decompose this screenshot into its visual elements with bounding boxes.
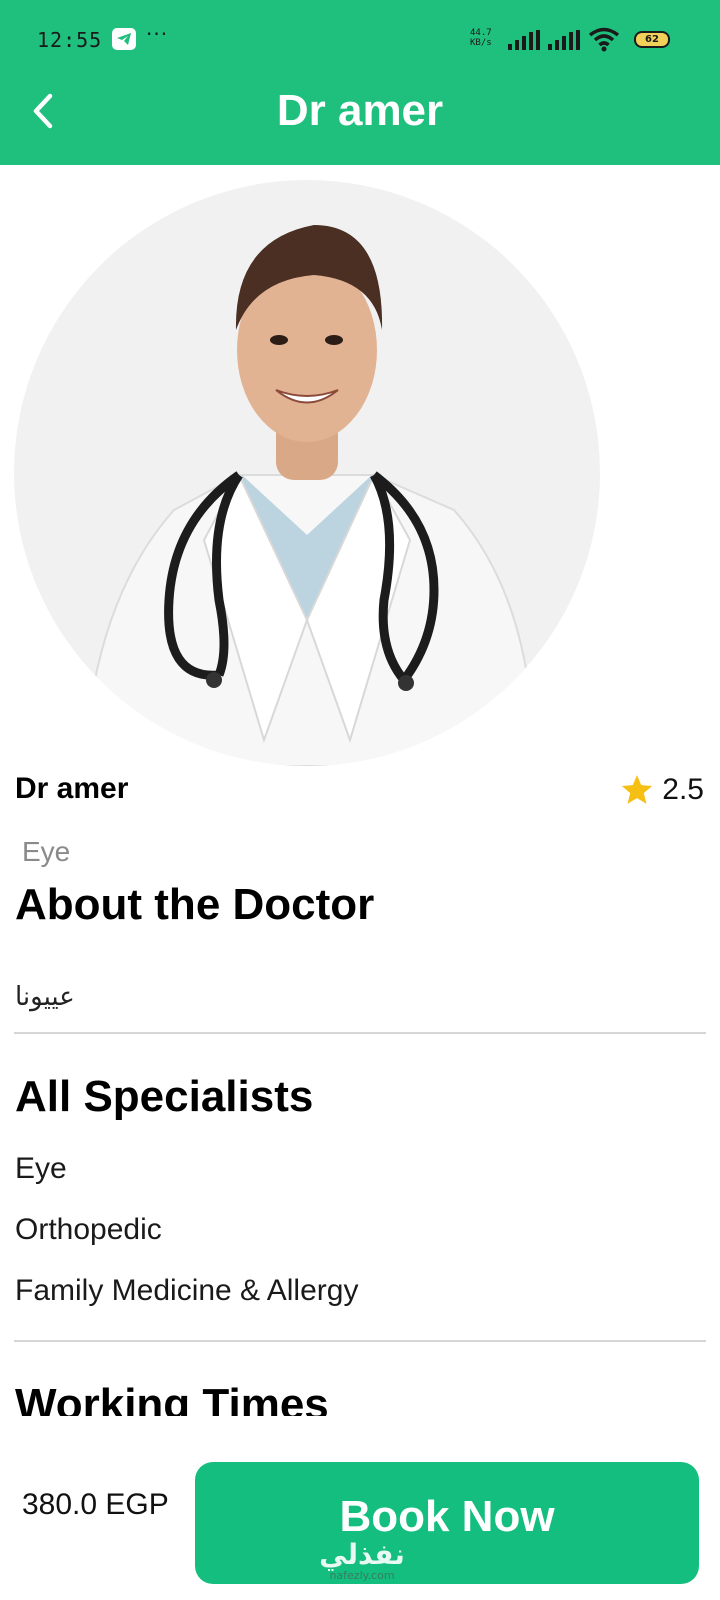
net-speed-value: 44.7 <box>470 28 492 38</box>
star-icon <box>622 775 653 804</box>
watermark-latin: nafezly.com <box>329 1569 395 1582</box>
specialist-item: Eye <box>15 1152 67 1185</box>
rating-value: 2.5 <box>662 773 704 806</box>
doctor-name: Dr amer <box>15 772 129 805</box>
about-text: عييونا <box>15 982 75 1012</box>
specialists-title: All Specialists <box>15 1072 314 1121</box>
status-time: 12:55 <box>37 28 103 52</box>
telegram-icon <box>112 28 136 50</box>
book-now-button[interactable]: Book Now <box>195 1462 699 1584</box>
price-label: 380.0 EGP <box>22 1488 169 1521</box>
doctor-photo <box>14 180 600 766</box>
battery-icon: 62 <box>634 31 670 48</box>
wifi-icon <box>588 27 620 52</box>
more-notifications-icon: ··· <box>146 22 169 46</box>
app-header: 12:55 ··· 44.7 KB/s 62 Dr amer <box>0 0 720 165</box>
watermark-arabic: نفذلي <box>319 1538 405 1571</box>
net-speed: 44.7 KB/s <box>470 28 504 48</box>
doctor-rating: 2.5 <box>620 772 704 808</box>
divider <box>14 1340 706 1342</box>
signal-icon-2 <box>548 30 580 50</box>
signal-icon <box>508 30 540 50</box>
doctor-specialty: Eye <box>22 836 71 867</box>
about-title: About the Doctor <box>15 880 375 929</box>
net-speed-unit: KB/s <box>470 38 492 48</box>
divider <box>14 1032 706 1034</box>
specialist-item: Orthopedic <box>15 1213 162 1246</box>
watermark: نفذلي nafezly.com <box>317 1540 407 1582</box>
page-title: Dr amer <box>276 86 444 135</box>
specialist-item: Family Medicine & Allergy <box>15 1274 359 1307</box>
status-bar: 12:55 ··· 44.7 KB/s 62 <box>0 0 720 80</box>
